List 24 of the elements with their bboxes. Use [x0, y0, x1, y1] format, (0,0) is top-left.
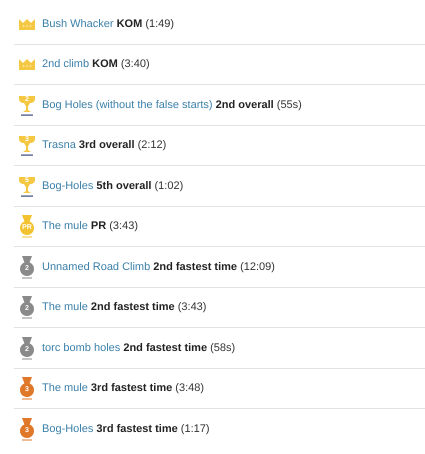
achievement-text: Bog-Holes 5th overall (1:02)	[42, 180, 184, 192]
crown-icon	[18, 18, 36, 30]
segment-link[interactable]: Bog-Holes	[42, 423, 94, 436]
segment-link[interactable]: The mule	[42, 220, 88, 232]
achievement-text: Bush Whacker KOM (1:49)	[42, 18, 174, 30]
achievement-text: The mule PR (3:43)	[42, 220, 138, 232]
achievement-text: Unnamed Road Climb 2nd fastest time (12:09)	[42, 260, 275, 273]
achievement-text: The mule 3rd fastest time (3:48)	[42, 382, 204, 394]
crown-icon	[18, 58, 36, 70]
segment-link[interactable]: Bog-Holes	[42, 180, 94, 192]
achievement-text: The mule 2nd fastest time (3:43)	[42, 301, 206, 314]
segment-link[interactable]: Trasna	[42, 139, 76, 152]
segment-link[interactable]: The mule	[42, 382, 88, 394]
achievement-text: Bog-Holes 3rd fastest time (1:17)	[42, 423, 210, 436]
segment-link[interactable]: Bush Whacker	[42, 18, 114, 30]
segment-link[interactable]: torc bomb holes	[42, 342, 120, 354]
achievement-text: Bog Holes (without the false starts) 2nd overall (55s)	[42, 98, 302, 111]
segment-link[interactable]: Bog Holes (without the false starts)	[42, 98, 213, 111]
segment-link[interactable]: 2nd climb	[42, 58, 90, 70]
segment-link[interactable]: Unnamed Road Climb	[42, 260, 150, 273]
segment-link[interactable]: The mule	[42, 301, 88, 314]
achievement-text: Trasna 3rd overall (2:12)	[42, 139, 166, 152]
achievement-text: torc bomb holes 2nd fastest time (58s)	[42, 342, 236, 354]
achievement-text: 2nd climb KOM (3:40)	[42, 58, 150, 70]
